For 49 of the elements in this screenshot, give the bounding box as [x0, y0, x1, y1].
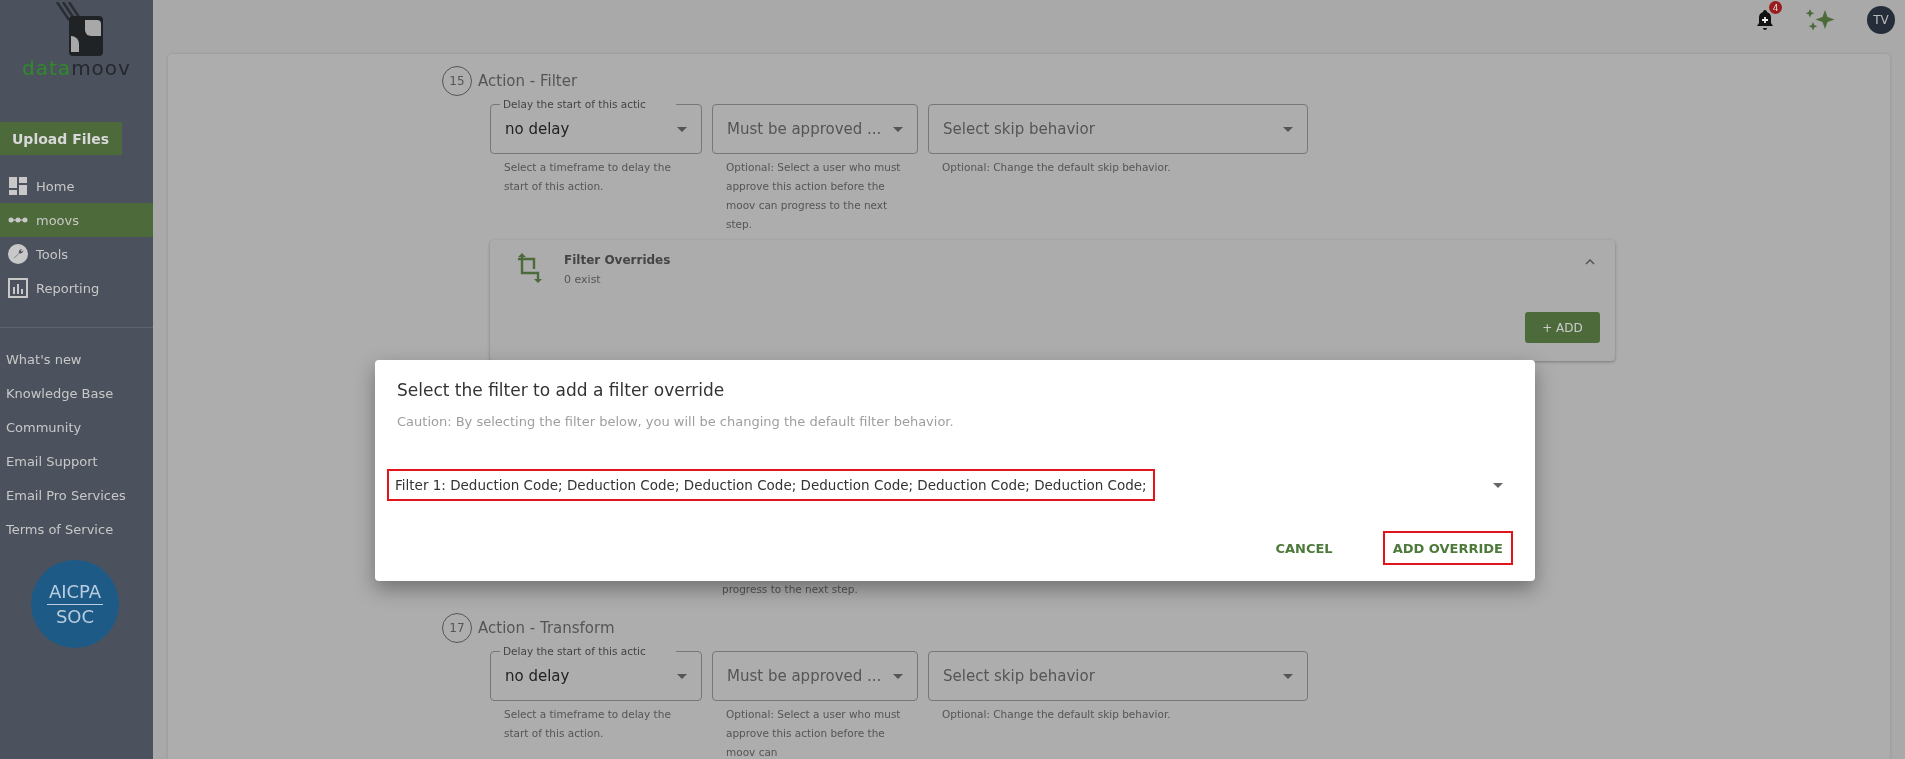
skip-behavior-select[interactable]: Select skip behavior [928, 104, 1308, 154]
caret-icon [677, 673, 687, 679]
overrides-count: 0 exist [564, 273, 602, 286]
crop-icon [516, 253, 542, 283]
overrides-title: Filter Overrides [564, 253, 672, 267]
caution-text: Caution: By selecting the filter below, you will be changing the default filter behavior. [397, 414, 955, 429]
chevron-icon[interactable] [1585, 259, 1595, 265]
caret-icon [893, 673, 903, 679]
helper-text: Optional: Select a user who must approve this action before the moov can progress to the next step. [725, 160, 902, 232]
action-title: Action - Filter [478, 72, 578, 90]
user-avatar[interactable]: TV [1867, 6, 1895, 34]
add-button[interactable]: + ADD [1525, 312, 1600, 343]
nav-item[interactable]: moovs [0, 203, 153, 237]
approver-select[interactable]: Must be approved ... [712, 104, 918, 154]
dialog-button[interactable]: CANCEL [1265, 531, 1343, 565]
helper-text: progress to the next step. [721, 582, 859, 597]
logo-icon [54, 2, 105, 58]
sidebar-link[interactable]: Terms of Service [0, 512, 153, 546]
caret-icon [1493, 482, 1503, 488]
certification-badge: AICPA SOC [31, 560, 119, 648]
helper-text: Optional: Change the default skip behavior. [941, 160, 1172, 175]
helper-text: Select a timeframe to delay the start of this action. [503, 707, 672, 741]
helper-text: Select a timeframe to delay the start of this action. [503, 160, 672, 194]
nav-item[interactable]: Home [0, 169, 153, 203]
sidebar-link[interactable]: Email Support [0, 444, 153, 478]
skip-behavior-select[interactable]: Select skip behavior [928, 651, 1308, 701]
helper-text: Optional: Change the default skip behavior. [941, 707, 1172, 722]
sidebar-link[interactable]: Email Pro Services [0, 478, 153, 512]
action-title: Action - Transform [478, 619, 615, 637]
upload-files-button[interactable]: Upload Files [0, 122, 122, 155]
sidebar-link[interactable]: Community [0, 410, 153, 444]
dots-icon [8, 216, 28, 224]
caret-icon [893, 126, 903, 132]
sidebar-link[interactable]: What's new [0, 342, 153, 376]
dialog-title: Select the filter to add a filter override [397, 380, 726, 400]
dialog-button[interactable]: ADD OVERRIDE [1382, 531, 1513, 565]
dashboard-icon [8, 176, 28, 196]
nav-item[interactable]: Tools [0, 237, 153, 271]
bell-icon[interactable] [1755, 9, 1775, 31]
caret-icon [1283, 126, 1293, 132]
chart-icon [8, 278, 28, 298]
notification-count: 4 [1769, 1, 1782, 14]
sidebar-link[interactable]: Knowledge Base [0, 376, 153, 410]
nav-item[interactable]: Reporting [0, 271, 153, 305]
approver-select[interactable]: Must be approved ... [712, 651, 918, 701]
caret-icon [1283, 673, 1293, 679]
helper-text: Optional: Select a user who must approve this action before the moov can [725, 707, 902, 759]
caret-icon [677, 126, 687, 132]
wrench-icon [8, 244, 28, 264]
